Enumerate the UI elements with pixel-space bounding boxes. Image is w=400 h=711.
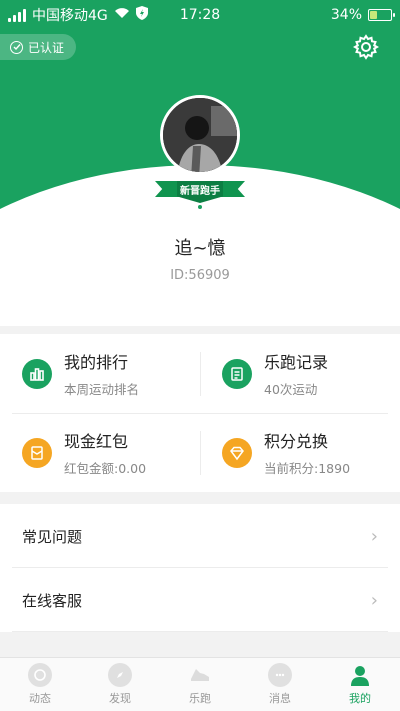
diamond-icon: [222, 437, 252, 468]
profile-screen: 中国移动4G 17:28 34% 已认证 新晋跑手 追~憶 ID:56909 我…: [0, 0, 400, 711]
carrier-label: 中国移动4G: [32, 8, 108, 24]
divider: [200, 352, 201, 396]
runner-level-badge: 新晋跑手: [155, 181, 245, 217]
battery-percent: 34%: [330, 7, 362, 23]
divider: [200, 431, 201, 475]
verified-badge[interactable]: 已认证: [0, 34, 77, 60]
tab-feed[interactable]: 动态: [0, 658, 80, 711]
running-shoe-icon: [188, 663, 212, 687]
run-records-item[interactable]: 乐跑记录 40次运动: [200, 334, 400, 413]
verified-label: 已认证: [28, 40, 65, 55]
bottom-tab-bar: 动态 发现 乐跑 消息 我的: [0, 657, 400, 711]
bar-chart-icon: [22, 358, 52, 389]
tab-messages[interactable]: 消息: [240, 658, 320, 711]
chevron-right-icon: ›: [370, 589, 378, 611]
avatar[interactable]: [160, 95, 240, 175]
feature-subtitle: 40次运动: [264, 382, 318, 397]
settings-gear-icon[interactable]: [352, 33, 380, 61]
wifi-icon: [114, 7, 130, 23]
message-icon: [268, 663, 292, 687]
feed-icon: [28, 663, 52, 687]
tab-label: 乐跑: [189, 692, 211, 705]
tab-discover[interactable]: 发现: [80, 658, 160, 711]
check-circle-icon: [10, 40, 23, 54]
tab-label: 我的: [349, 692, 371, 705]
user-id: ID:56909: [170, 268, 230, 283]
feature-grid: 我的排行 本周运动排名 乐跑记录 40次运动 现金红包 红包金额:0.00 积分…: [0, 334, 400, 492]
feature-title: 现金红包: [64, 432, 129, 451]
person-icon: [348, 663, 372, 687]
menu-label: 在线客服: [22, 591, 83, 610]
compass-icon: [108, 663, 132, 687]
feature-title: 积分兑换: [264, 432, 329, 451]
feature-title: 乐跑记录: [264, 353, 329, 372]
points-exchange-item[interactable]: 积分兑换 当前积分:1890: [200, 413, 400, 492]
divider: [12, 413, 388, 414]
feature-subtitle: 本周运动排名: [64, 382, 140, 397]
badge-title: 新晋跑手: [180, 185, 220, 197]
tab-label: 发现: [109, 692, 131, 705]
menu-label: 常见问题: [22, 527, 83, 546]
tab-label: 动态: [29, 692, 51, 705]
profile-header: 已认证 新晋跑手 追~憶 ID:56909: [0, 30, 400, 326]
signal-icon: [8, 8, 26, 22]
feature-title: 我的排行: [64, 353, 129, 372]
feature-subtitle: 当前积分:1890: [264, 461, 351, 476]
battery-icon: [368, 9, 395, 21]
my-ranking-item[interactable]: 我的排行 本周运动排名: [0, 334, 200, 413]
document-icon: [222, 358, 252, 389]
feature-subtitle: 红包金额:0.00: [64, 461, 147, 476]
shield-icon: [135, 6, 148, 24]
faq-menu-item[interactable]: 常见问题 ›: [0, 504, 400, 568]
cash-red-packet-item[interactable]: 现金红包 红包金额:0.00: [0, 413, 200, 492]
red-packet-icon: [22, 437, 52, 468]
tab-me[interactable]: 我的: [320, 658, 400, 711]
status-bar: 中国移动4G 17:28 34%: [0, 0, 400, 30]
online-support-menu-item[interactable]: 在线客服 ›: [0, 568, 400, 632]
tab-label: 消息: [269, 692, 291, 705]
tab-run[interactable]: 乐跑: [160, 658, 240, 711]
username: 追~憶: [174, 238, 226, 259]
settings-menu: 常见问题 › 在线客服 ›: [0, 504, 400, 632]
chevron-right-icon: ›: [370, 525, 378, 547]
